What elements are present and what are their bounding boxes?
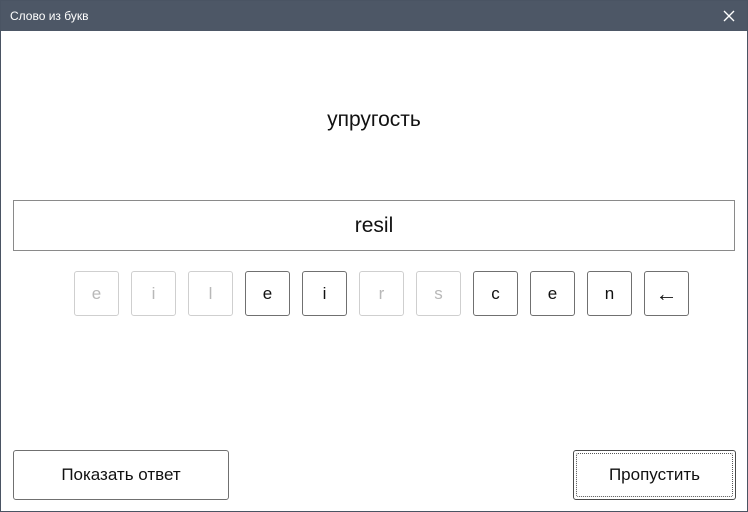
letter-key[interactable]: c <box>473 271 518 316</box>
letter-key[interactable]: n <box>587 271 632 316</box>
letter-key[interactable]: e <box>530 271 575 316</box>
letter-key: i <box>131 271 176 316</box>
skip-button-label: Пропустить <box>608 465 701 484</box>
letter-key: r <box>359 271 404 316</box>
title-bar: Слово из букв <box>1 1 747 31</box>
close-button[interactable] <box>717 4 741 28</box>
close-icon <box>723 10 735 22</box>
letter-key: l <box>188 271 233 316</box>
window-title: Слово из букв <box>10 9 89 23</box>
letter-key: e <box>74 271 119 316</box>
answer-field[interactable]: resil <box>13 200 735 251</box>
letter-key[interactable]: i <box>302 271 347 316</box>
prompt-word: упругость <box>327 108 421 131</box>
show-answer-button[interactable]: Показать ответ <box>13 450 229 500</box>
letter-key[interactable]: e <box>245 271 290 316</box>
letter-key: s <box>416 271 461 316</box>
skip-button[interactable]: Пропустить <box>573 450 736 500</box>
app-window: Слово из букв упругость resil e i l e i … <box>0 0 748 512</box>
backspace-button[interactable]: ← <box>644 271 689 316</box>
